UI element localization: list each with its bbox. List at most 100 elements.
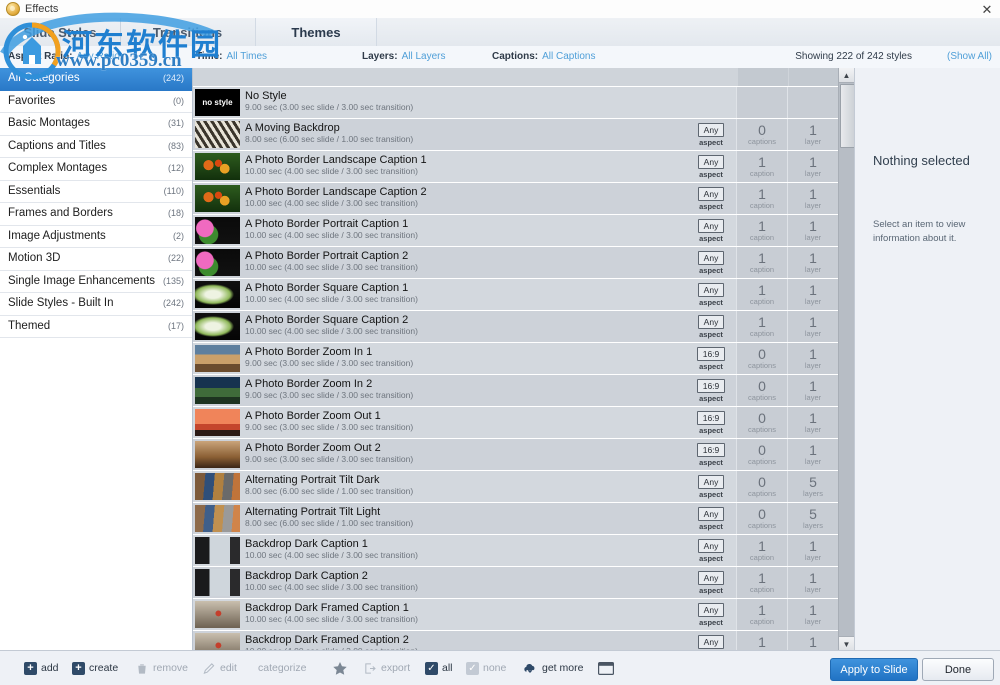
aspect-badge: Any: [697, 250, 725, 265]
favorite-button[interactable]: [332, 659, 348, 677]
table-row[interactable]: A Photo Border Square Caption 2 10.00 sec…: [193, 311, 838, 343]
add-button[interactable]: + add: [24, 659, 59, 677]
select-none-checkbox[interactable]: ✓ none: [466, 659, 506, 677]
thumbnail-image: [195, 249, 240, 276]
filter-layers[interactable]: Layers: All Layers: [362, 51, 445, 62]
layers-cell-value: 5: [809, 474, 817, 490]
panel-toggle-button[interactable]: [598, 659, 614, 677]
table-row[interactable]: A Moving Backdrop 8.00 sec (6.00 sec slid…: [193, 119, 838, 151]
sidebar-item-frames-and-borders[interactable]: Frames and Borders (18): [0, 203, 192, 226]
filter-captions[interactable]: Captions: All Captions: [492, 51, 595, 62]
table-row[interactable]: no style No Style 9.00 sec (3.00 sec slide…: [193, 87, 838, 119]
sidebar-item-count: (0): [173, 95, 184, 106]
captions-cell: 0 captions: [736, 503, 787, 534]
table-row[interactable]: A Photo Border Zoom In 2 9.00 sec (3.00 s…: [193, 375, 838, 407]
close-icon[interactable]: ✕: [980, 2, 994, 16]
table-row[interactable]: Backdrop Dark Framed Caption 1 10.00 sec …: [193, 599, 838, 631]
aspect-badge: 16:9: [696, 410, 726, 425]
style-info: Alternating Portrait Tilt Dark 8.00 sec (…: [240, 471, 686, 502]
styles-list[interactable]: no style No Style 9.00 sec (3.00 sec slide…: [193, 68, 838, 651]
style-info: No Style 9.00 sec (3.00 sec slide / 3.00 …: [240, 87, 686, 118]
table-row[interactable]: Backdrop Dark Caption 2 10.00 sec (4.00 s…: [193, 567, 838, 599]
scroll-up-icon[interactable]: ▲: [839, 68, 854, 83]
style-thumbnail: [195, 505, 240, 532]
layers-cell-caption: layer: [804, 617, 822, 626]
style-duration: 8.00 sec (6.00 sec slide / 1.00 sec tran…: [245, 518, 414, 528]
sidebar-item-all-categories[interactable]: All Categories (242): [0, 68, 192, 91]
style-name: Backdrop Dark Framed Caption 2: [245, 634, 409, 646]
table-row[interactable]: Alternating Portrait Tilt Light 8.00 sec …: [193, 503, 838, 535]
create-button[interactable]: + create: [72, 659, 118, 677]
tab-slide-styles[interactable]: Slide Styles: [0, 18, 121, 46]
table-row[interactable]: A Photo Border Portrait Caption 1 10.00 s…: [193, 215, 838, 247]
sidebar-item-image-adjustments[interactable]: Image Adjustments (2): [0, 225, 192, 248]
sidebar-item-basic-montages[interactable]: Basic Montages (31): [0, 113, 192, 136]
table-row[interactable]: Alternating Portrait Tilt Dark 8.00 sec (…: [193, 471, 838, 503]
aspect-cell: Anyaspect: [686, 631, 736, 651]
sidebar-item-complex-montages[interactable]: Complex Montages (12): [0, 158, 192, 181]
style-name: A Photo Border Zoom In 2: [245, 378, 373, 390]
style-name: Alternating Portrait Tilt Dark: [245, 474, 380, 486]
table-row[interactable]: A Photo Border Zoom Out 2 9.00 sec (3.00 …: [193, 439, 838, 471]
table-row[interactable]: Backdrop Dark Framed Caption 2 10.00 sec …: [193, 631, 838, 651]
style-info: Backdrop Dark Framed Caption 2 10.00 sec …: [240, 631, 686, 651]
style-thumbnail: [195, 537, 240, 564]
effects-dialog: Effects ✕ Slide Styles Transitions Theme…: [0, 0, 1000, 685]
cloud-download-icon: [524, 663, 535, 673]
filter-aspect-ratio[interactable]: Aspect Ratio: Any Ratio: [8, 51, 120, 62]
table-row[interactable]: Backdrop Dark Caption 1 10.00 sec (4.00 s…: [193, 535, 838, 567]
table-row[interactable]: A Photo Border Zoom In 1 9.00 sec (3.00 s…: [193, 343, 838, 375]
filter-aspect-value[interactable]: Any Ratio: [76, 51, 119, 62]
aspect-badge: Any: [697, 506, 725, 521]
filter-bar: Aspect Ratio: Any Ratio Time: All Times La…: [0, 46, 1000, 69]
sidebar-item-favorites[interactable]: Favorites (0): [0, 90, 192, 113]
sidebar-item-slide-styles-built-in[interactable]: Slide Styles - Built In (242): [0, 293, 192, 316]
sidebar-item-captions-and-titles[interactable]: Captions and Titles (83): [0, 135, 192, 158]
layers-cell: 1layer: [787, 407, 838, 438]
export-button: export: [363, 659, 410, 677]
table-row[interactable]: A Photo Border Zoom Out 1 9.00 sec (3.00 …: [193, 407, 838, 439]
captions-cell-caption: caption: [749, 169, 775, 178]
sidebar-item-essentials[interactable]: Essentials (110): [0, 180, 192, 203]
layers-cell: 1layer: [787, 151, 838, 182]
filter-time-value[interactable]: All Times: [227, 51, 268, 62]
aspect-cell: [686, 87, 736, 118]
sidebar-item-count: (12): [167, 163, 184, 173]
sidebar-item-label: Complex Montages: [8, 162, 108, 174]
window-title: Effects: [25, 3, 59, 15]
scroll-down-icon[interactable]: ▼: [839, 636, 854, 651]
style-info: A Photo Border Zoom In 2 9.00 sec (3.00 s…: [240, 375, 686, 406]
table-row[interactable]: A Photo Border Portrait Caption 2 10.00 s…: [193, 247, 838, 279]
aspect-caption: aspect: [699, 201, 723, 211]
list-scrollbar[interactable]: ▲ ▼: [838, 68, 855, 651]
filter-captions-value[interactable]: All Captions: [542, 51, 595, 62]
scrollbar-track[interactable]: [839, 82, 854, 637]
get-more-button[interactable]: get more: [522, 659, 583, 677]
tab-themes[interactable]: Themes: [255, 18, 377, 46]
style-duration: 10.00 sec (4.00 sec slide / 3.00 sec tra…: [245, 294, 418, 304]
table-row[interactable]: A Photo Border Landscape Caption 1 10.00 …: [193, 151, 838, 183]
aspect-caption: aspect: [699, 457, 723, 467]
show-all-link[interactable]: (Show All): [947, 51, 992, 62]
info-panel-subtitle: Select an item to view information about…: [873, 219, 966, 244]
apply-to-slide-button[interactable]: Apply to Slide: [830, 658, 918, 681]
scrollbar-thumb[interactable]: [840, 84, 855, 148]
layers-cell-caption: layer: [804, 233, 822, 242]
layers-cell-value: 1: [809, 538, 817, 554]
layers-cell-value: 1: [809, 410, 817, 426]
sidebar-item-themed[interactable]: Themed (17): [0, 315, 192, 338]
captions-cell-caption: captions: [748, 425, 776, 434]
category-sidebar[interactable]: All Categories (242) Favorites (0) Basic Mon…: [0, 68, 193, 651]
sidebar-item-motion-3d[interactable]: Motion 3D (22): [0, 248, 192, 271]
table-row[interactable]: A Photo Border Square Caption 1 10.00 sec…: [193, 279, 838, 311]
layers-cell-value: 1: [809, 250, 817, 266]
table-row[interactable]: A Photo Border Landscape Caption 2 10.00 …: [193, 183, 838, 215]
style-info: A Photo Border Zoom Out 1 9.00 sec (3.00 …: [240, 407, 686, 438]
sidebar-item-single-image-enhancements[interactable]: Single Image Enhancements (135): [0, 270, 192, 293]
filter-time[interactable]: Time: All Times: [196, 51, 267, 62]
tab-transitions[interactable]: Transitions: [120, 18, 256, 46]
filter-layers-value[interactable]: All Layers: [402, 51, 446, 62]
select-all-checkbox[interactable]: ✓ all: [425, 659, 453, 677]
thumbnail-image: [195, 281, 240, 308]
done-button[interactable]: Done: [922, 658, 994, 681]
